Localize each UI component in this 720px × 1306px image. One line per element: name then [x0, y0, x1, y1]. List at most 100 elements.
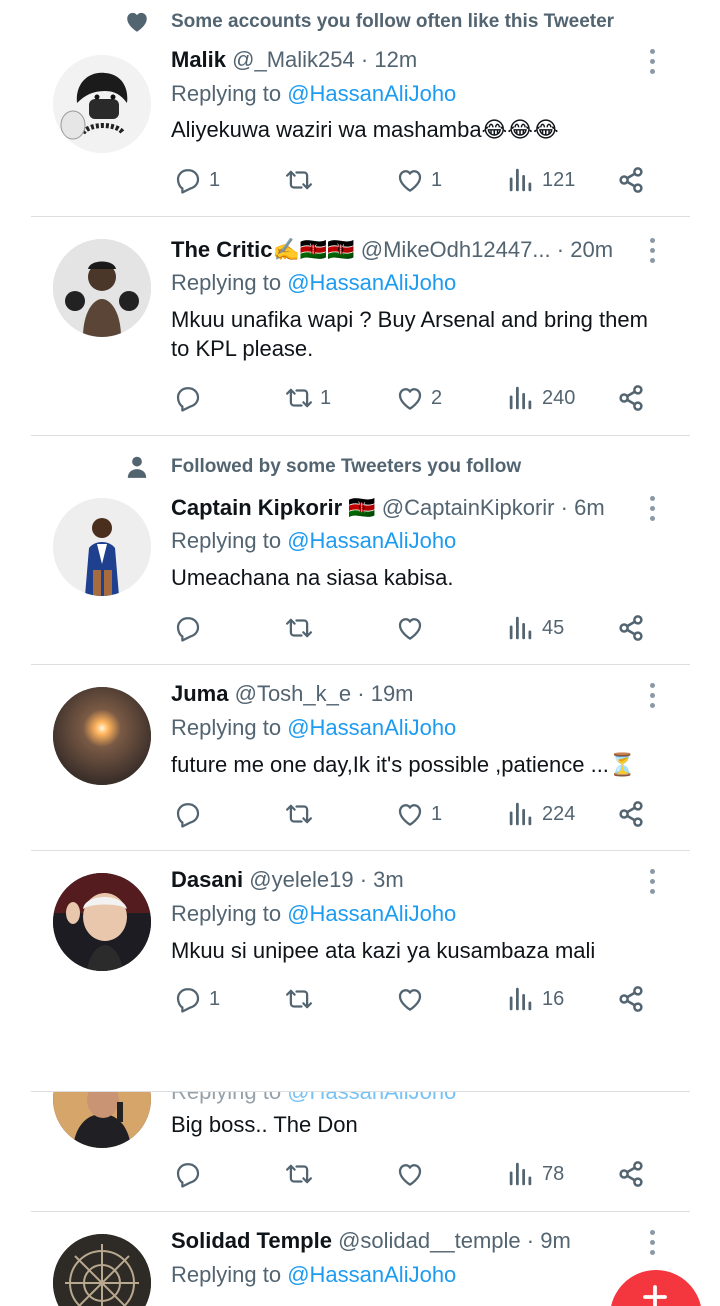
- views-button[interactable]: 78: [506, 1156, 564, 1192]
- retweet-icon: [284, 613, 314, 643]
- retweet-button[interactable]: [284, 796, 320, 832]
- more-options-icon[interactable]: [642, 494, 664, 524]
- views-button[interactable]: 121: [506, 162, 575, 198]
- retweet-button[interactable]: 1: [284, 380, 331, 416]
- tweet-text: Umeachana na siasa kabisa.: [171, 565, 454, 590]
- reply-count: 1: [209, 987, 221, 1010]
- like-icon: [395, 799, 425, 829]
- like-button[interactable]: 2: [395, 380, 442, 416]
- views-button[interactable]: 45: [506, 610, 564, 646]
- more-options-icon[interactable]: [642, 1228, 664, 1258]
- user-handle[interactable]: @CaptainKipkorir: [382, 495, 555, 520]
- like-button[interactable]: [395, 1156, 431, 1192]
- display-name[interactable]: Juma: [171, 681, 228, 706]
- like-button[interactable]: 1: [395, 796, 442, 832]
- reply-icon: [173, 613, 203, 643]
- mention-link[interactable]: @HassanAliJoho: [287, 715, 456, 740]
- user-handle[interactable]: @solidad__temple: [338, 1228, 521, 1253]
- tweet-text: Mkuu si unipee ata kazi ya kusambaza mal…: [171, 938, 596, 963]
- separator-dot: ·: [357, 681, 365, 706]
- timestamp[interactable]: 9m: [540, 1228, 571, 1253]
- share-button[interactable]: [616, 380, 646, 416]
- tweet-dasani[interactable]: Dasani @yelele19 · 3m Replying to @Hassa…: [0, 851, 720, 1051]
- like-icon: [395, 1159, 425, 1189]
- views-button[interactable]: 240: [506, 380, 575, 416]
- reply-button[interactable]: [173, 1156, 209, 1192]
- reply-icon: [173, 799, 203, 829]
- avatar[interactable]: [53, 687, 151, 785]
- mention-link[interactable]: @HassanAliJoho: [287, 270, 456, 295]
- timestamp[interactable]: 12m: [374, 47, 417, 72]
- share-button[interactable]: [616, 1156, 646, 1192]
- more-options-icon[interactable]: [642, 681, 664, 711]
- like-button[interactable]: [395, 981, 431, 1017]
- like-button[interactable]: [395, 610, 431, 646]
- retweet-button[interactable]: [284, 981, 320, 1017]
- mention-link[interactable]: @HassanAliJoho: [287, 528, 456, 553]
- views-button[interactable]: 224: [506, 796, 575, 832]
- tweet-text: future me one day,Ik it's possible ,pati…: [171, 752, 637, 777]
- tweet-the-critic[interactable]: The Critic✍️🇰🇪🇰🇪 @MikeOdh12447... · 20m …: [0, 217, 720, 435]
- reply-button[interactable]: 1: [173, 162, 220, 198]
- timestamp[interactable]: 19m: [371, 681, 414, 706]
- tweet-actions: 1 16: [0, 981, 720, 1017]
- avatar[interactable]: [53, 873, 151, 971]
- avatar[interactable]: [53, 1092, 151, 1148]
- like-icon: [395, 984, 425, 1014]
- display-name[interactable]: The Critic✍️🇰🇪🇰🇪: [171, 237, 355, 262]
- user-handle[interactable]: @MikeOdh12447...: [361, 237, 551, 262]
- more-options-icon[interactable]: [642, 236, 664, 266]
- display-name[interactable]: Solidad Temple: [171, 1228, 332, 1253]
- display-name[interactable]: Malik: [171, 47, 226, 72]
- tweet-actions: 45: [0, 610, 720, 646]
- like-button[interactable]: 1: [395, 162, 442, 198]
- mention-link[interactable]: @HassanAliJoho: [287, 1092, 456, 1104]
- share-button[interactable]: [616, 162, 646, 198]
- tweet-juma[interactable]: Juma @Tosh_k_e · 19m Replying to @Hassan…: [0, 665, 720, 850]
- share-button[interactable]: [616, 981, 646, 1017]
- tweet-actions: 1 224: [0, 796, 720, 832]
- display-name[interactable]: Dasani: [171, 867, 243, 892]
- heart-icon: [127, 12, 147, 32]
- display-name[interactable]: Captain Kipkorir 🇰🇪: [171, 495, 376, 520]
- tweet-captain-kipkorir[interactable]: Followed by some Tweeters you follow Cap…: [0, 436, 720, 664]
- tweet-text: Aliyekuwa waziri wa mashamba😂😂😂: [171, 117, 559, 142]
- timestamp[interactable]: 20m: [570, 237, 613, 262]
- replying-to-label: Replying to: [171, 901, 282, 926]
- mention-link[interactable]: @HassanAliJoho: [287, 1262, 456, 1287]
- timestamp[interactable]: 3m: [373, 867, 404, 892]
- retweet-icon: [284, 165, 314, 195]
- reply-button[interactable]: [173, 610, 209, 646]
- retweet-icon: [284, 1159, 314, 1189]
- tweet-solidad-temple[interactable]: Solidad Temple @solidad__temple · 9m Rep…: [0, 1212, 720, 1306]
- tweet-malik[interactable]: Some accounts you follow often like this…: [0, 0, 720, 216]
- reply-button[interactable]: [173, 380, 209, 416]
- user-handle[interactable]: @_Malik254: [232, 47, 355, 72]
- more-options-icon[interactable]: [642, 867, 664, 897]
- retweet-button[interactable]: [284, 1156, 320, 1192]
- views-icon: [506, 1159, 536, 1189]
- share-button[interactable]: [616, 796, 646, 832]
- share-button[interactable]: [616, 610, 646, 646]
- avatar[interactable]: [53, 55, 151, 153]
- reply-button[interactable]: [173, 796, 209, 832]
- tweet-actions: 78: [0, 1156, 720, 1192]
- avatar[interactable]: [53, 498, 151, 596]
- views-button[interactable]: 16: [506, 981, 564, 1017]
- mention-link[interactable]: @HassanAliJoho: [287, 901, 456, 926]
- user-handle[interactable]: @Tosh_k_e: [235, 681, 352, 706]
- more-options-icon[interactable]: [642, 47, 664, 77]
- mention-link[interactable]: @HassanAliJoho: [287, 81, 456, 106]
- retweet-button[interactable]: [284, 610, 320, 646]
- tweet-big-boss[interactable]: Replying to @HassanAliJoho Big boss.. Th…: [0, 1092, 720, 1210]
- avatar[interactable]: [53, 239, 151, 337]
- avatar[interactable]: [53, 1234, 151, 1306]
- replying-to-label: Replying to: [171, 270, 282, 295]
- timestamp[interactable]: 6m: [574, 495, 605, 520]
- replying-to-label: Replying to: [171, 528, 282, 553]
- social-context-text: Some accounts you follow often like this…: [171, 11, 615, 32]
- retweet-button[interactable]: [284, 162, 320, 198]
- reply-button[interactable]: 1: [173, 981, 220, 1017]
- user-handle[interactable]: @yelele19: [249, 867, 353, 892]
- like-icon: [395, 613, 425, 643]
